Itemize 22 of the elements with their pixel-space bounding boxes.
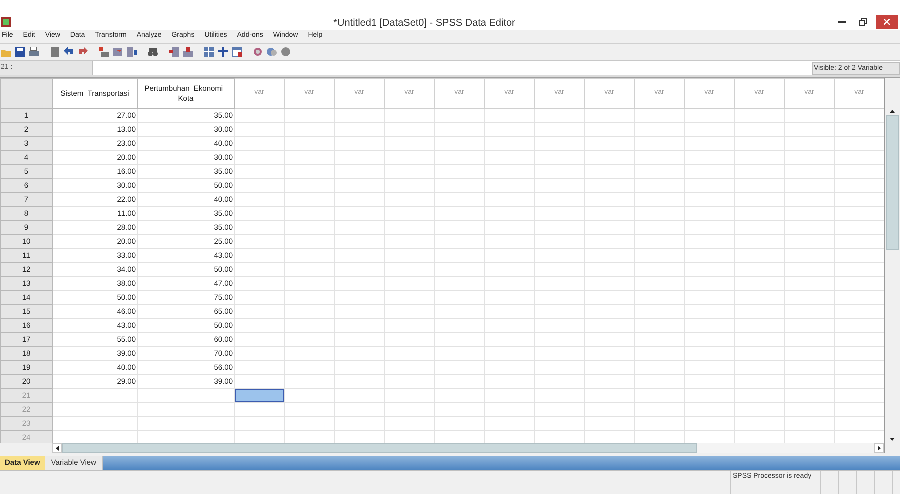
save-icon[interactable]: [15, 47, 25, 57]
horizontal-scrollbar-thumb[interactable]: [62, 443, 697, 453]
left-arrow-icon: [56, 446, 58, 450]
binoculars-icon[interactable]: [148, 47, 158, 57]
redo-icon[interactable]: [78, 47, 88, 57]
selected-cell[interactable]: [235, 389, 284, 402]
print-icon[interactable]: [29, 47, 39, 57]
close-button[interactable]: [876, 15, 898, 29]
up-arrow-icon: [890, 110, 895, 112]
restore-icon[interactable]: [859, 18, 867, 26]
undo-icon[interactable]: [64, 47, 74, 57]
scroll-right-button[interactable]: [874, 443, 884, 453]
vertical-scrollbar-thumb[interactable]: [886, 115, 899, 250]
scroll-left-button[interactable]: [52, 443, 62, 453]
horizontal-scrollbar[interactable]: [52, 443, 884, 453]
right-arrow-icon: [878, 446, 880, 450]
minimize-icon[interactable]: [838, 20, 846, 24]
scrollbar-corner: [0, 443, 52, 453]
app-icon: [1, 17, 11, 27]
window-title: *Untitled1 [DataSet0] - SPSS Data Editor: [334, 18, 516, 29]
close-icon: [884, 19, 890, 25]
down-arrow-icon: [890, 438, 895, 440]
